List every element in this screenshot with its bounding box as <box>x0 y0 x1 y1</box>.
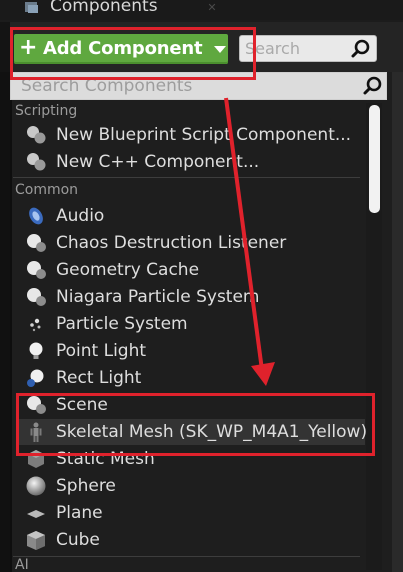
dropdown-search-input[interactable] <box>21 75 351 97</box>
menu-item-label: Sphere <box>56 476 116 496</box>
menu-item-label: Cube <box>56 530 100 550</box>
menu-item-label: New Blueprint Script Component... <box>56 125 352 145</box>
menu-item-label: Niagara Particle System <box>56 287 260 307</box>
menu-item-label: Skeletal Mesh (SK_WP_M4A1_Yellow) <box>56 422 368 442</box>
blueprint-script-icon <box>27 126 46 144</box>
menu-item-label: Chaos Destruction Listener <box>56 233 287 253</box>
menu-item-label: Audio <box>56 206 105 226</box>
section-header-ai: AI <box>15 557 29 572</box>
components-panel: Components ✕ + Add Component Scripting <box>0 0 403 572</box>
add-component-label: Add Component <box>43 38 203 59</box>
scrollbar-thumb[interactable] <box>369 105 380 213</box>
menu-item-audio[interactable]: Audio <box>17 203 365 229</box>
menu-item-chaos-destruction-listener[interactable]: Chaos Destruction Listener <box>17 230 365 256</box>
chaos-listener-icon <box>27 234 46 252</box>
sphere-icon <box>26 476 46 496</box>
plus-icon: + <box>19 35 38 60</box>
menu-item-label: Static Mesh <box>56 449 155 469</box>
search-input[interactable] <box>245 38 345 59</box>
cube-icon <box>27 531 45 550</box>
geometry-cache-icon <box>27 261 46 279</box>
section-divider <box>13 177 360 178</box>
search-icon[interactable] <box>350 38 372 60</box>
menu-item-label: Geometry Cache <box>56 260 200 280</box>
niagara-icon <box>27 288 46 306</box>
menu-item-label: Particle System <box>56 314 188 334</box>
menu-item-new-blueprint-script[interactable]: New Blueprint Script Component... <box>17 122 365 148</box>
rect-light-icon <box>27 369 44 387</box>
add-component-button[interactable]: + Add Component <box>14 34 228 64</box>
cpp-component-icon <box>27 153 46 171</box>
dropdown-left-edge <box>0 72 10 572</box>
menu-item-static-mesh[interactable]: Static Mesh <box>17 446 365 472</box>
menu-item-niagara-particle-system[interactable]: Niagara Particle System <box>17 284 365 310</box>
menu-item-label: New C++ Component... <box>56 152 260 172</box>
menu-item-cube[interactable]: Cube <box>17 527 365 553</box>
plane-icon <box>27 510 45 518</box>
menu-item-label: Scene <box>56 395 108 415</box>
particle-system-icon <box>30 318 41 332</box>
panel-title: Components <box>50 0 158 16</box>
audio-icon <box>29 207 43 225</box>
toolbar-strip-edge <box>0 22 10 72</box>
menu-item-new-cpp-component[interactable]: New C++ Component... <box>17 149 365 175</box>
menu-item-label: Plane <box>56 503 103 523</box>
menu-item-sphere[interactable]: Sphere <box>17 473 365 499</box>
skeletal-mesh-icon <box>30 422 42 442</box>
components-icon <box>25 2 38 13</box>
menu-item-scene[interactable]: Scene <box>17 392 365 418</box>
section-header-common: Common <box>15 182 79 198</box>
panel-header: Components ✕ <box>0 0 403 20</box>
menu-item-rect-light[interactable]: Rect Light <box>17 365 365 391</box>
menu-item-skeletal-mesh[interactable]: Skeletal Mesh (SK_WP_M4A1_Yellow) <box>17 419 368 445</box>
menu-item-particle-system[interactable]: Particle System <box>17 311 365 337</box>
scene-icon <box>27 396 46 414</box>
point-light-icon <box>29 342 43 359</box>
search-icon[interactable] <box>362 75 384 97</box>
static-mesh-icon <box>28 450 44 468</box>
section-ai: AI <box>10 555 370 572</box>
chevron-down-icon <box>214 46 226 53</box>
menu-item-geometry-cache[interactable]: Geometry Cache <box>17 257 365 283</box>
menu-item-point-light[interactable]: Point Light <box>17 338 365 364</box>
menu-item-label: Point Light <box>56 341 147 361</box>
close-icon[interactable]: ✕ <box>206 2 218 14</box>
component-search-box[interactable] <box>239 35 377 62</box>
dropdown-search-box[interactable] <box>10 72 387 100</box>
menu-item-label: Rect Light <box>56 368 142 388</box>
section-header-scripting: Scripting <box>15 103 78 119</box>
menu-item-plane[interactable]: Plane <box>17 500 365 526</box>
